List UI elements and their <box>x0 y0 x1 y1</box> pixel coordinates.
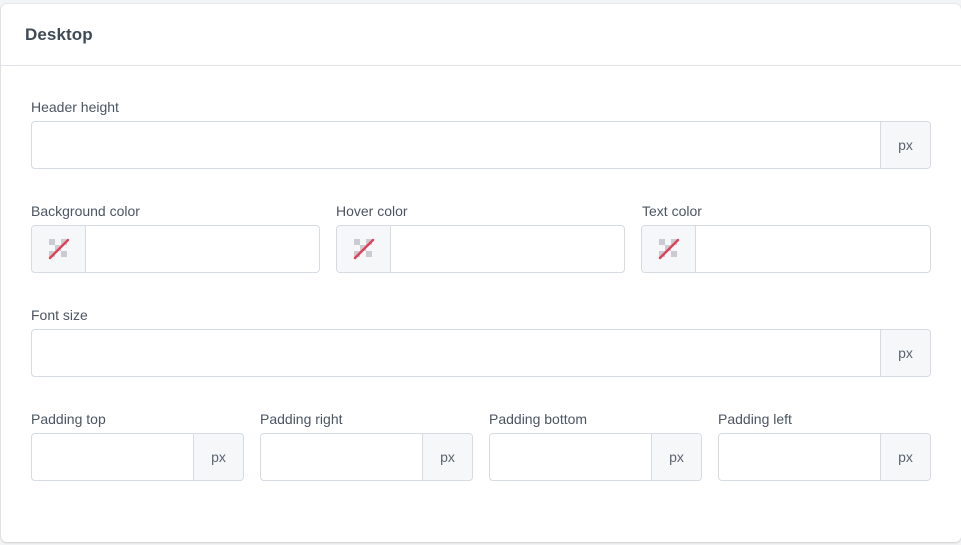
header-height-label: Header height <box>31 99 119 115</box>
background-color-input[interactable] <box>86 226 319 272</box>
padding-top-group: px <box>31 433 244 481</box>
hover-color-label: Hover color <box>336 203 408 219</box>
font-size-unit: px <box>880 330 930 376</box>
padding-right-label: Padding right <box>260 411 343 427</box>
hover-color-group <box>336 225 625 273</box>
background-color-swatch[interactable] <box>32 226 86 272</box>
font-size-input[interactable] <box>32 330 880 376</box>
hover-color-input[interactable] <box>391 226 624 272</box>
desktop-settings-card: Desktop Header height px Background colo… <box>1 4 961 542</box>
font-size-group: px <box>31 329 931 377</box>
font-size-label: Font size <box>31 307 88 323</box>
no-color-swatch-icon <box>48 238 69 260</box>
text-color-swatch[interactable] <box>642 226 696 272</box>
hover-color-swatch[interactable] <box>337 226 391 272</box>
padding-bottom-label: Padding bottom <box>489 411 588 427</box>
padding-bottom-group: px <box>489 433 702 481</box>
text-color-group <box>641 225 931 273</box>
header-height-unit: px <box>880 122 930 168</box>
padding-left-unit: px <box>880 434 930 480</box>
padding-left-group: px <box>718 433 931 481</box>
padding-top-input[interactable] <box>32 434 193 480</box>
header-height-group: px <box>31 121 931 169</box>
no-color-swatch-icon <box>658 238 679 260</box>
padding-right-group: px <box>260 433 473 481</box>
padding-left-input[interactable] <box>719 434 880 480</box>
background-color-label: Background color <box>31 203 140 219</box>
no-color-swatch-icon <box>353 238 374 260</box>
card-title: Desktop <box>25 24 93 44</box>
padding-right-input[interactable] <box>261 434 422 480</box>
padding-bottom-input[interactable] <box>490 434 651 480</box>
text-color-label: Text color <box>642 203 702 219</box>
padding-right-unit: px <box>422 434 472 480</box>
header-height-input[interactable] <box>32 122 880 168</box>
padding-top-label: Padding top <box>31 411 106 427</box>
background-color-group <box>31 225 320 273</box>
padding-left-label: Padding left <box>718 411 792 427</box>
card-header: Desktop <box>1 4 961 66</box>
padding-bottom-unit: px <box>651 434 701 480</box>
padding-top-unit: px <box>193 434 243 480</box>
text-color-input[interactable] <box>696 226 930 272</box>
